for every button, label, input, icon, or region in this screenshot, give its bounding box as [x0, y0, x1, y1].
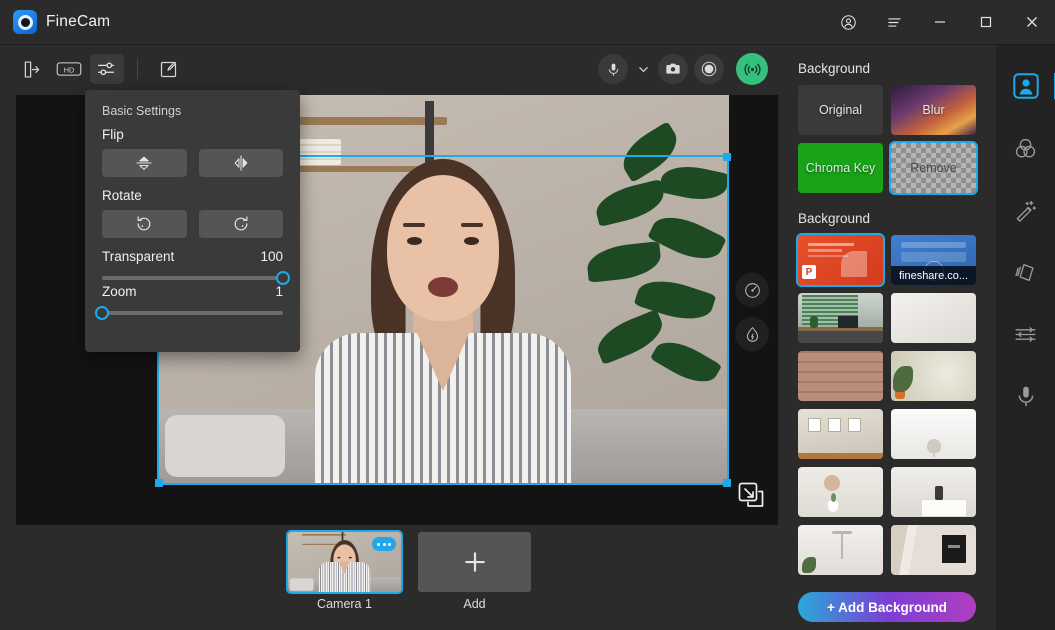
background-mode-remove[interactable]: Remove: [891, 143, 976, 193]
background-panel: Background Original Blur Chroma Key Remo…: [788, 45, 996, 630]
rail-color-circles-icon[interactable]: [1011, 133, 1041, 163]
background-thumb-floor-lamp[interactable]: [798, 525, 883, 575]
background-thumb-white-chair[interactable]: [891, 409, 976, 459]
chevron-down-icon[interactable]: [634, 55, 652, 83]
background-thumb-fineshare-web[interactable]: fineshare.co...: [891, 235, 976, 285]
transparent-slider[interactable]: [102, 276, 283, 280]
menu-icon[interactable]: [871, 0, 917, 45]
background-mode-chroma-key-label: Chroma Key: [806, 161, 875, 175]
add-background-button[interactable]: + Add Background: [798, 592, 976, 622]
add-source-button[interactable]: [418, 532, 531, 592]
background-mode-original[interactable]: Original: [798, 85, 883, 135]
rotate-ccw-button[interactable]: [102, 210, 187, 238]
background-mode-blur-label: Blur: [922, 103, 944, 117]
background-section-title: Background: [788, 45, 996, 85]
background-mode-remove-label: Remove: [910, 161, 957, 175]
scene-pillow: [165, 415, 285, 477]
background-thumb-dark-frame[interactable]: [891, 525, 976, 575]
transparent-value: 100: [260, 249, 283, 264]
annotate-icon[interactable]: [151, 54, 185, 84]
rail-magic-wand-icon[interactable]: [1011, 195, 1041, 225]
rotate-cw-button[interactable]: [199, 210, 284, 238]
finecam-window: FineCam: [0, 0, 1055, 630]
flip-horizontal-button[interactable]: [199, 149, 284, 177]
transparent-label: Transparent: [102, 249, 174, 264]
more-options-icon[interactable]: [372, 537, 396, 551]
svg-text:HD: HD: [64, 65, 75, 74]
app-title: FineCam: [46, 13, 110, 31]
water-drop-icon[interactable]: [735, 317, 769, 351]
transparent-row: Transparent 100: [102, 249, 283, 264]
source-camera-1[interactable]: Camera 1: [288, 532, 401, 611]
toolbar-left-group: HD: [0, 54, 185, 84]
flip-label: Flip: [102, 127, 283, 142]
background-library-title: Background: [788, 193, 996, 235]
maximize-icon[interactable]: [963, 0, 1009, 45]
camera-icon[interactable]: [658, 54, 688, 84]
toolbar-divider: [137, 59, 138, 79]
close-icon[interactable]: [1009, 0, 1055, 45]
settings-sliders-icon[interactable]: [90, 54, 124, 84]
camera-1-label: Camera 1: [317, 597, 372, 611]
basic-settings-title: Basic Settings: [102, 104, 283, 118]
window-controls: [825, 0, 1055, 45]
zoom-row: Zoom 1: [102, 284, 283, 299]
live-icon[interactable]: [736, 53, 768, 85]
background-thumb-vase-shelf[interactable]: [798, 467, 883, 517]
rotate-button-row: [102, 210, 283, 238]
background-mode-blur[interactable]: Blur: [891, 85, 976, 135]
record-icon[interactable]: [694, 54, 724, 84]
camera-1-thumbnail[interactable]: [288, 532, 401, 592]
rail-adjust-sliders-icon[interactable]: [1011, 319, 1041, 349]
background-mode-grid: Original Blur Chroma Key Remove: [788, 85, 996, 193]
scene-person: [293, 153, 593, 483]
rail-microphone-icon[interactable]: [1011, 381, 1041, 411]
speed-gauge-icon[interactable]: [735, 273, 769, 307]
background-thumb-plant-wall[interactable]: [891, 351, 976, 401]
background-thumb-office-blinds[interactable]: [798, 293, 883, 343]
ppt-badge: P: [802, 265, 816, 279]
rotate-label: Rotate: [102, 188, 283, 203]
background-mode-original-label: Original: [819, 103, 862, 117]
zoom-value: 1: [275, 284, 283, 299]
zoom-label: Zoom: [102, 284, 137, 299]
background-thumb-gallery-frames[interactable]: [798, 409, 883, 459]
background-thumb-ppt-slide[interactable]: P: [798, 235, 883, 285]
source-strip: Camera 1 Add: [16, 528, 778, 620]
add-source-label: Add: [463, 597, 485, 611]
zoom-slider-handle[interactable]: [95, 306, 109, 320]
right-icon-rail: [996, 45, 1055, 630]
flip-button-row: [102, 149, 283, 177]
background-thumb-white-cabinet[interactable]: [891, 467, 976, 517]
microphone-icon[interactable]: [598, 54, 628, 84]
brand: FineCam: [0, 10, 110, 34]
rail-person-icon[interactable]: [1011, 71, 1041, 101]
zoom-slider[interactable]: [102, 311, 283, 315]
hd-icon[interactable]: HD: [52, 54, 86, 84]
title-bar: FineCam: [0, 0, 1055, 45]
background-thumb-brick-wall[interactable]: [798, 351, 883, 401]
toolbar-center-group: [598, 45, 768, 93]
transparent-slider-handle[interactable]: [276, 271, 290, 285]
app-logo-icon: [13, 10, 37, 34]
background-thumbnail-grid: P fineshare.co...: [788, 235, 996, 575]
rail-layers-icon[interactable]: [1011, 257, 1041, 287]
flip-vertical-button[interactable]: [102, 149, 187, 177]
export-icon[interactable]: [14, 54, 48, 84]
source-add[interactable]: Add: [418, 532, 531, 611]
background-thumb-fineshare-caption: fineshare.co...: [891, 266, 976, 285]
basic-settings-panel[interactable]: Basic Settings Flip Rotate: [85, 90, 300, 352]
resize-handle-icon[interactable]: [737, 481, 765, 509]
preview-floating-tools: [735, 273, 769, 351]
minimize-icon[interactable]: [917, 0, 963, 45]
background-mode-chroma-key[interactable]: Chroma Key: [798, 143, 883, 193]
background-thumb-white-wall[interactable]: [891, 293, 976, 343]
account-icon[interactable]: [825, 0, 871, 45]
